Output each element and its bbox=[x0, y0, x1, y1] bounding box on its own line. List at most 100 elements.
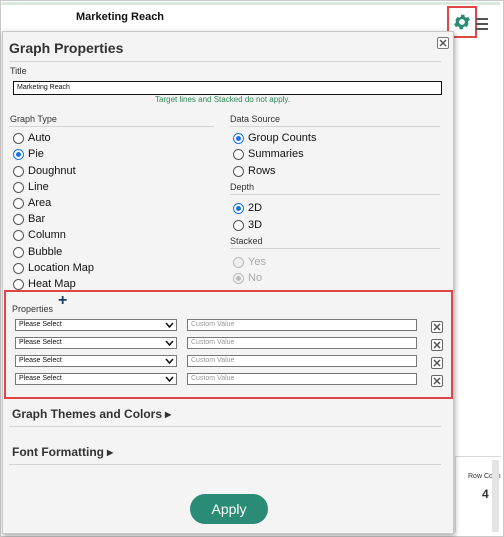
radio-bar[interactable]: Bar bbox=[13, 213, 45, 225]
radio-location-map[interactable]: Location Map bbox=[13, 262, 94, 274]
radio-area[interactable]: Area bbox=[13, 197, 51, 209]
chevron-down-icon bbox=[165, 340, 174, 347]
radio-label: Bubble bbox=[28, 246, 63, 258]
property-select[interactable]: Please Select bbox=[15, 355, 177, 367]
radio-rows[interactable]: Rows bbox=[233, 165, 276, 177]
custom-value-input[interactable]: Custom Value bbox=[187, 337, 417, 349]
radio-button[interactable] bbox=[13, 197, 24, 209]
radio-group-counts[interactable]: Group Counts bbox=[233, 132, 316, 144]
custom-value-input[interactable]: Custom Value bbox=[187, 373, 417, 385]
radio-button[interactable] bbox=[13, 262, 24, 274]
stacked-label: Stacked bbox=[230, 236, 263, 246]
scrollbar[interactable] bbox=[492, 460, 499, 532]
top-accent-bar bbox=[2, 2, 500, 5]
close-icon bbox=[433, 323, 441, 331]
depth-label: Depth bbox=[230, 182, 255, 192]
radio-label: No bbox=[248, 272, 263, 284]
radio-button[interactable] bbox=[13, 148, 24, 160]
radio-label: Bar bbox=[28, 213, 46, 225]
property-select[interactable]: Please Select bbox=[15, 373, 177, 385]
panel-title: Graph Properties bbox=[9, 40, 124, 56]
chevron-down-icon bbox=[165, 358, 174, 365]
divider bbox=[9, 464, 441, 465]
radio-label: Rows bbox=[248, 165, 276, 177]
graph-themes-toggle[interactable]: Graph Themes and Colors ▶ bbox=[12, 407, 171, 421]
divider bbox=[230, 126, 440, 127]
radio-heat-map[interactable]: Heat Map bbox=[13, 278, 76, 290]
radio-stacked-no: No bbox=[233, 272, 262, 284]
graph-properties-panel: Graph Properties Title Marketing Reach T… bbox=[2, 31, 454, 534]
select-value: Please Select bbox=[19, 357, 62, 364]
select-value: Please Select bbox=[19, 375, 62, 382]
radio-pie[interactable]: Pie bbox=[13, 148, 44, 160]
radio-button[interactable] bbox=[13, 229, 24, 241]
remove-property-button[interactable] bbox=[431, 339, 443, 351]
background-widget-divider bbox=[455, 456, 501, 457]
data-source-label: Data Source bbox=[230, 114, 281, 124]
section-label: Font Formatting bbox=[12, 445, 104, 459]
chevron-down-icon bbox=[165, 322, 174, 329]
properties-section: Properties + Please Select Custom Value … bbox=[4, 290, 453, 399]
radio-button[interactable] bbox=[13, 246, 24, 258]
radio-label: Yes bbox=[248, 256, 266, 268]
radio-button[interactable] bbox=[13, 278, 24, 290]
custom-value-input[interactable]: Custom Value bbox=[187, 355, 417, 367]
radio-label: Auto bbox=[28, 132, 51, 144]
radio-button bbox=[233, 272, 244, 284]
section-label: Graph Themes and Colors bbox=[12, 407, 163, 421]
apply-button[interactable]: Apply bbox=[190, 494, 268, 524]
close-button[interactable] bbox=[437, 37, 449, 49]
radio-button[interactable] bbox=[233, 132, 244, 144]
title-label: Title bbox=[10, 66, 27, 76]
radio-button[interactable] bbox=[233, 202, 244, 214]
property-select[interactable]: Please Select bbox=[15, 337, 177, 349]
remove-property-button[interactable] bbox=[431, 357, 443, 369]
radio-column[interactable]: Column bbox=[13, 229, 66, 241]
gear-icon bbox=[454, 14, 470, 30]
radio-label: 2D bbox=[248, 202, 263, 214]
title-input[interactable]: Marketing Reach bbox=[13, 81, 442, 95]
divider bbox=[230, 248, 440, 249]
close-icon bbox=[439, 39, 447, 47]
remove-property-button[interactable] bbox=[431, 375, 443, 387]
divider bbox=[9, 61, 441, 62]
menu-icon[interactable] bbox=[476, 18, 488, 33]
chart-title: Marketing Reach bbox=[76, 11, 165, 23]
radio-label: Group Counts bbox=[248, 132, 317, 144]
radio-button[interactable] bbox=[13, 132, 24, 144]
close-icon bbox=[433, 377, 441, 385]
radio-button bbox=[233, 256, 244, 268]
radio-bubble[interactable]: Bubble bbox=[13, 246, 62, 258]
radio-line[interactable]: Line bbox=[13, 181, 49, 193]
radio-label: Summaries bbox=[248, 148, 304, 160]
radio-summaries[interactable]: Summaries bbox=[233, 148, 304, 160]
add-property-button[interactable]: + bbox=[58, 293, 67, 309]
radio-button[interactable] bbox=[13, 165, 24, 177]
radio-button[interactable] bbox=[233, 148, 244, 160]
remove-property-button[interactable] bbox=[431, 321, 443, 333]
note-text: Target lines and Stacked do not apply. bbox=[155, 95, 291, 104]
property-select[interactable]: Please Select bbox=[15, 319, 177, 331]
select-value: Please Select bbox=[19, 339, 62, 346]
font-formatting-toggle[interactable]: Font Formatting ▶ bbox=[12, 445, 113, 459]
custom-value-input[interactable]: Custom Value bbox=[187, 319, 417, 331]
radio-auto[interactable]: Auto bbox=[13, 132, 51, 144]
radio-2d[interactable]: 2D bbox=[233, 202, 262, 214]
radio-button[interactable] bbox=[13, 213, 24, 225]
properties-label: Properties bbox=[12, 304, 54, 314]
divider bbox=[230, 194, 440, 195]
radio-label: Location Map bbox=[28, 262, 95, 274]
radio-button[interactable] bbox=[233, 219, 244, 231]
radio-doughnut[interactable]: Doughnut bbox=[13, 165, 76, 177]
radio-label: Doughnut bbox=[28, 165, 76, 177]
radio-label: Column bbox=[28, 229, 66, 241]
radio-stacked-yes: Yes bbox=[233, 256, 266, 268]
radio-button[interactable] bbox=[13, 181, 24, 193]
radio-label: Line bbox=[28, 181, 49, 193]
radio-button[interactable] bbox=[233, 165, 244, 177]
caret-right-icon: ▶ bbox=[106, 447, 114, 457]
caret-right-icon: ▶ bbox=[165, 409, 172, 419]
chevron-down-icon bbox=[165, 376, 174, 383]
graph-type-label: Graph Type bbox=[10, 114, 57, 124]
radio-3d[interactable]: 3D bbox=[233, 219, 262, 231]
